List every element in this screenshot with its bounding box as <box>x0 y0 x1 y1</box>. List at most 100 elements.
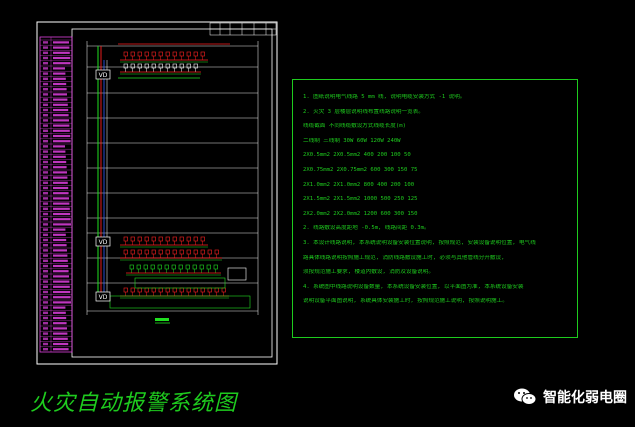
legend-row-text <box>53 51 70 54</box>
legend-row-text <box>53 306 66 309</box>
legend-row-symbol <box>43 145 48 148</box>
legend-row-text <box>53 166 67 169</box>
note-line: 说明设备平面图说明, 系统具体安装施工时, 按照规范施工说明, 按照说明施工。 <box>303 298 508 305</box>
legend-row-symbol <box>43 244 48 247</box>
legend-row-text <box>53 212 71 216</box>
device-symbol <box>172 236 177 242</box>
note-line: 2. 火灾 3 层楼层说明线布置线路说明一览表。 <box>303 108 424 115</box>
legend-row-text <box>53 254 68 257</box>
device-symbol <box>193 51 198 57</box>
legend-row-text <box>53 114 69 117</box>
legend-row-symbol <box>43 108 48 112</box>
note-line: 2X2.0mm2 2X2.0mm2 1200 600 300 150 <box>303 210 418 217</box>
device-symbol <box>206 264 211 270</box>
legend-row-symbol <box>43 160 48 164</box>
legend-row-symbol <box>43 192 48 195</box>
legend-row-symbol <box>43 93 48 96</box>
legend-row-symbol <box>43 348 48 351</box>
legend-row-symbol <box>43 280 48 283</box>
device-symbol <box>193 236 198 242</box>
legend-row-text <box>53 202 70 205</box>
legend-row-symbol <box>43 228 48 231</box>
device-symbol <box>172 51 177 57</box>
note-line: 2. 线路敷设高度距地 -0.5m, 线路间距 0.3m。 <box>303 225 430 232</box>
device-symbol <box>158 236 163 242</box>
device-symbol <box>179 51 184 57</box>
note-line: 4. 系统图中线路说明设备数量, 本系统设备安装位置, 以平面图为准, 本系统设… <box>303 283 524 290</box>
legend-row-text <box>53 207 70 210</box>
device-symbol <box>200 287 205 293</box>
note-line: 2X0.5mm2 2X0.5mm2 400 200 100 50 <box>303 152 411 159</box>
legend-row-text <box>53 108 69 112</box>
legend-row-symbol <box>43 316 48 320</box>
legend-row-symbol <box>43 249 48 252</box>
device-symbol <box>158 51 163 57</box>
device-symbol <box>193 249 198 255</box>
device-symbol <box>165 249 170 255</box>
legend-row-symbol <box>43 285 48 288</box>
device-symbol <box>129 264 134 270</box>
legend-row-text <box>53 228 66 231</box>
legend-row-text <box>53 134 71 138</box>
device-symbol <box>143 264 148 270</box>
device-symbol <box>192 264 197 270</box>
legend-row-symbol <box>43 119 48 122</box>
device-symbol <box>144 236 149 242</box>
legend-row-symbol <box>43 155 48 158</box>
legend-row-symbol <box>43 254 48 257</box>
note-line: 2X1.0mm2 2X1.0mm2 800 400 200 100 <box>303 181 415 188</box>
device-symbol <box>123 287 128 293</box>
legend-row-symbol <box>43 88 48 91</box>
legend-row-symbol <box>43 259 48 262</box>
device-symbol <box>144 63 149 69</box>
note-line: 2X0.75mm2 2X0.75mm2 600 300 150 75 <box>303 166 418 173</box>
legend-row-symbol <box>43 166 48 169</box>
legend-row-symbol <box>43 103 48 106</box>
legend-row-text <box>53 93 67 96</box>
device-symbol <box>158 287 163 293</box>
legend-row-text <box>53 145 65 148</box>
module-label: VD <box>99 239 108 246</box>
legend-row-symbol <box>43 306 48 309</box>
legend-row-symbol <box>43 218 48 221</box>
legend-row-symbol <box>43 134 48 138</box>
device-symbol <box>165 51 170 57</box>
legend-row-text <box>53 259 68 262</box>
legend-row-text <box>53 244 67 247</box>
legend-row-text <box>53 62 71 65</box>
device-symbol <box>213 264 218 270</box>
device-symbol <box>151 249 156 255</box>
notes-text: 1. 图纸说明电气线路 5 mm 线, 说明电缆安装方式 -1 说明。 2. 火… <box>303 94 573 313</box>
device-symbol <box>200 249 205 255</box>
legend-row-text <box>53 72 66 75</box>
legend-row-text <box>53 285 70 288</box>
device-symbol <box>151 236 156 242</box>
legend-row-text <box>53 311 66 314</box>
legend-row-text <box>53 296 71 299</box>
device-symbol <box>179 63 184 69</box>
legend-table <box>39 36 73 353</box>
diagram-caption <box>155 318 169 321</box>
device-symbol <box>123 236 128 242</box>
legend-row-text <box>53 82 67 86</box>
note-line: 3. 本设计线路说明, 本系统说明设备安装位置说明, 按照规范, 安装设备说明位… <box>303 239 536 246</box>
wechat-icon <box>513 388 537 406</box>
device-symbol <box>221 287 226 293</box>
device-symbol <box>123 63 128 69</box>
watermark: 智能化弱电圈 <box>513 387 627 407</box>
device-symbol <box>185 264 190 270</box>
note-line: 2X1.5mm2 2X1.5mm2 1000 500 250 125 <box>303 196 418 203</box>
device-symbol <box>137 63 142 69</box>
legend-row-symbol <box>43 82 48 86</box>
legend-row-text <box>53 119 69 122</box>
legend-row-text <box>53 264 69 268</box>
legend-row-symbol <box>43 114 48 117</box>
device-symbol <box>130 236 135 242</box>
legend-row-text <box>53 348 69 351</box>
device-symbol <box>158 249 163 255</box>
device-symbol <box>130 249 135 255</box>
legend-row-symbol <box>43 150 48 153</box>
device-symbol <box>186 287 191 293</box>
device-symbol <box>144 287 149 293</box>
device-symbol <box>130 287 135 293</box>
